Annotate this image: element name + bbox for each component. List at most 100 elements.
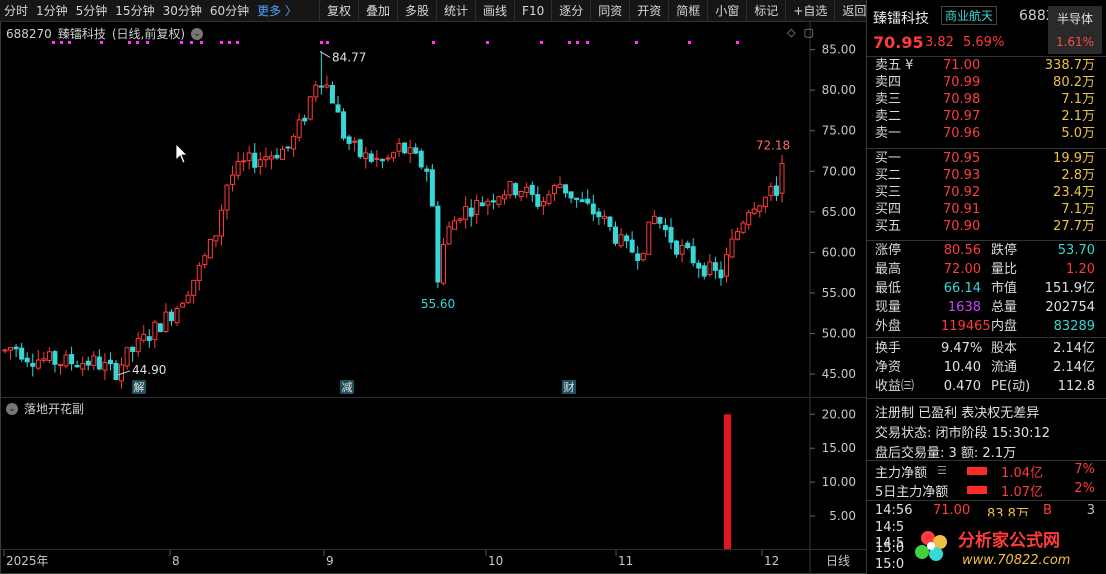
order-book-row[interactable]: 卖一 70.96 5.0万	[867, 125, 1106, 142]
level-volume: 27.7万	[1053, 219, 1095, 234]
add-watchlist-button[interactable]: +自选	[785, 0, 834, 22]
order-book-row[interactable]: 卖五 ¥ 71.00 338.7万	[867, 57, 1106, 74]
more-periods-button[interactable]: 更多 〉	[253, 0, 301, 22]
candle-body	[701, 265, 707, 277]
indicator-pane[interactable]: 20.00 15.00 10.00 5.00 ⌄ 落地开花副	[0, 397, 866, 550]
order-book-row[interactable]: 买一 70.95 19.9万	[867, 150, 1106, 167]
stats-block: 涨停 80.56 跌停 53.70 最高 72.00 量比 1.20 最低 66.14 市值 151.…	[867, 241, 1106, 336]
draw-button[interactable]: 画线	[475, 0, 514, 22]
multi-stock-button[interactable]: 多股	[397, 0, 436, 22]
chevron-down-icon[interactable]: ⌄	[6, 402, 18, 415]
stats-block-2: 换手 9.47% 股本 2.14亿 净资 10.40 流通 2.14亿 收益㈢ 0.470 PE(动…	[867, 339, 1106, 396]
candle-body	[435, 205, 441, 283]
stat-label: 最高	[875, 262, 902, 277]
candle-body	[385, 157, 391, 160]
signal-dot	[326, 41, 329, 44]
order-book-row[interactable]: 卖二 70.97 2.1万	[867, 108, 1106, 125]
order-book-row[interactable]: 买三 70.92 23.4万	[867, 184, 1106, 201]
candle-body	[551, 185, 557, 194]
kline-chart[interactable]: 85.00 80.00 75.00 70.00 65.00 60.00 55.00 50.00…	[0, 22, 866, 396]
candle-body	[357, 139, 363, 158]
candle-body	[8, 347, 14, 351]
level-price: 70.95	[943, 151, 981, 166]
candle-body	[624, 235, 630, 242]
level-label: 卖一	[875, 126, 902, 141]
stat-label: 换手	[875, 341, 902, 356]
adjust-button[interactable]: 复权	[318, 0, 358, 22]
stat-row: 收益㈢ 0.470 PE(动) 112.8	[867, 377, 1106, 396]
candle-body	[418, 150, 424, 168]
candle-body	[218, 209, 224, 237]
candle-body	[718, 269, 724, 279]
flow-label: 5日主力净额	[875, 485, 949, 500]
candle-body	[657, 217, 663, 224]
order-book-row[interactable]: 卖三 70.98 7.1万	[867, 91, 1106, 108]
candle-body	[163, 311, 169, 332]
period-tab-30min[interactable]: 30分钟	[159, 0, 206, 22]
candle-body	[707, 261, 713, 275]
candle-body	[63, 354, 69, 367]
candle-body	[535, 194, 541, 207]
simple-frame-button[interactable]: 简框	[668, 0, 707, 22]
order-book-row[interactable]: 买二 70.93 2.8万	[867, 167, 1106, 184]
open-capital-button[interactable]: 开资	[629, 0, 668, 22]
level-label: 卖二	[875, 109, 902, 124]
period-tab-minute[interactable]: 分时	[0, 0, 32, 22]
list-icon[interactable]: ☰	[937, 464, 947, 477]
candle-body	[346, 136, 352, 144]
window-icon[interactable]: ▢	[804, 26, 814, 39]
event-badge: 解	[134, 380, 145, 394]
candle-body	[185, 294, 191, 304]
stat-label: 最低	[875, 281, 902, 296]
flow-pct: 2%	[1074, 481, 1095, 496]
time-tick-label: 10	[488, 554, 503, 568]
candle-body	[729, 238, 735, 258]
same-capital-button[interactable]: 同资	[590, 0, 629, 22]
candle-body	[496, 196, 502, 205]
candle-body	[429, 169, 435, 207]
candle-body	[424, 168, 430, 172]
overlay-button[interactable]: 叠加	[357, 0, 397, 22]
candle-body	[574, 197, 580, 200]
candle-body	[102, 361, 108, 371]
small-window-button[interactable]: 小窗	[707, 0, 746, 22]
stat-label: 市值	[991, 281, 1018, 296]
order-book-row[interactable]: 买五 70.90 27.7万	[867, 218, 1106, 235]
diamond-icon[interactable]: ◇	[787, 26, 795, 39]
level-price: 70.90	[943, 219, 981, 234]
period-tab-5min[interactable]: 5分钟	[72, 0, 112, 22]
candle-body	[135, 337, 141, 353]
order-book-row[interactable]: 买四 70.91 7.1万	[867, 201, 1106, 218]
stat-value: 9.47%	[941, 341, 983, 356]
f10-button[interactable]: F10	[514, 0, 551, 22]
level-volume: 5.0万	[1061, 126, 1095, 141]
event-badge: 财	[564, 380, 575, 394]
local-low-label: 55.60	[421, 297, 455, 311]
price-tick-label: 85.00	[822, 43, 856, 57]
divider	[867, 398, 1106, 399]
concept-tag[interactable]: 商业航天	[941, 6, 998, 25]
period-tab-15min[interactable]: 15分钟	[111, 0, 158, 22]
candle-body	[246, 152, 252, 162]
period-tab-60min[interactable]: 60分钟	[206, 0, 253, 22]
main-net-flow: 主力净额 ☰ 1.04亿 7%	[867, 462, 1106, 481]
kline-pane[interactable]: 85.00 80.00 75.00 70.00 65.00 60.00 55.00 50.00…	[0, 22, 866, 396]
indicator-chart[interactable]: 20.00 15.00 10.00 5.00	[0, 398, 866, 550]
candle-body	[24, 357, 30, 363]
time-axis-chart: 2025年 8 9 10 11 12 日线	[3, 550, 850, 574]
mark-button[interactable]: 标记	[746, 0, 785, 22]
chevron-down-icon[interactable]: ⌄	[191, 27, 204, 40]
order-book-row[interactable]: 卖四 70.99 80.2万	[867, 74, 1106, 91]
candle-body	[768, 186, 774, 197]
pane-icons: ◇ ▢	[787, 26, 814, 39]
candle-body	[335, 104, 341, 113]
stats-button[interactable]: 统计	[436, 0, 475, 22]
signal-dot	[486, 41, 489, 44]
per-minute-button[interactable]: 逐分	[551, 0, 590, 22]
chart-title-name: 臻镭科技	[57, 27, 106, 41]
indicator-tick-label: 5.00	[829, 509, 856, 523]
period-tab-1min[interactable]: 1分钟	[32, 0, 72, 22]
sector-badge[interactable]: 半导体 1.61%	[1048, 6, 1102, 54]
candle-body	[513, 183, 519, 196]
level-label: 买一	[875, 151, 902, 166]
